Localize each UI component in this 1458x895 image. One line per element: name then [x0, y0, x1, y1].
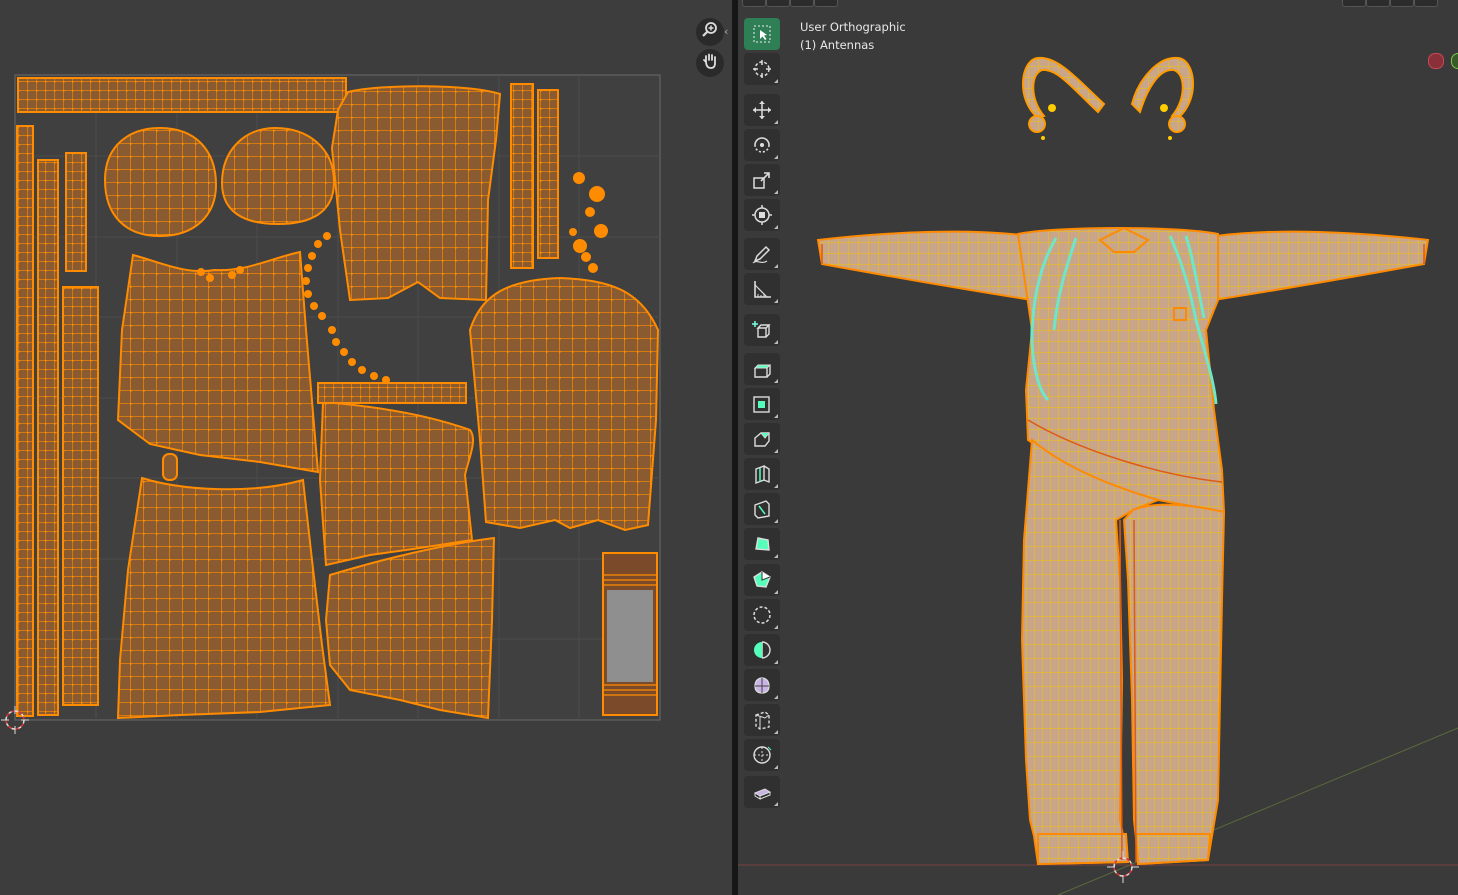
uv-island-left-strip-4	[62, 286, 99, 706]
tool-measure[interactable]	[744, 273, 780, 305]
shading-button-1[interactable]	[1390, 0, 1414, 7]
inset-faces-icon	[751, 393, 773, 415]
tool-annotate[interactable]	[744, 238, 780, 270]
tool-select-box[interactable]	[744, 18, 780, 50]
sphere-icon	[751, 744, 773, 766]
tool-transform[interactable]	[744, 199, 780, 231]
tool-add-cube[interactable]	[744, 314, 780, 346]
tool-scale[interactable]	[744, 164, 780, 196]
knife-icon	[751, 498, 773, 520]
poly-build-icon	[751, 533, 773, 555]
uv-island-left-strip-1	[16, 125, 34, 717]
tool-loop-cut[interactable]	[744, 458, 780, 490]
viewport-info: User Orthographic (1) Antennas	[800, 18, 906, 54]
uv-editor-panel[interactable]: ‹	[0, 0, 732, 895]
mode-select-button-3[interactable]	[790, 0, 814, 7]
uv-island-circle-left	[103, 126, 218, 238]
tool-shear[interactable]	[744, 704, 780, 736]
spin-icon	[751, 569, 773, 591]
tool-move[interactable]	[744, 94, 780, 126]
bevel-icon	[751, 428, 773, 450]
loop-cut-icon	[751, 463, 773, 485]
tool-bevel[interactable]	[744, 423, 780, 455]
move-arrows-icon	[751, 99, 773, 121]
ruler-measure-icon	[751, 278, 773, 300]
uv-island-left-strip-3	[65, 152, 87, 272]
pan-button[interactable]	[696, 49, 724, 77]
rotate-icon	[751, 134, 773, 156]
viewport-canvas[interactable]	[738, 0, 1458, 895]
uv-island-sleeve-1	[318, 400, 475, 567]
uv-canvas[interactable]	[0, 0, 732, 895]
tool-shrink-fatten[interactable]	[744, 669, 780, 701]
zoom-button[interactable]	[696, 18, 724, 46]
collapse-arrow-icon[interactable]: ‹	[724, 26, 732, 38]
header-mini-buttons	[738, 0, 1458, 7]
edge-slide-icon	[751, 639, 773, 661]
antennas-mesh[interactable]	[1022, 56, 1194, 140]
cursor-box-icon	[751, 23, 773, 45]
outfit-mesh[interactable]	[816, 226, 1430, 866]
tool-inset[interactable]	[744, 388, 780, 420]
overlay-button[interactable]	[1342, 0, 1366, 7]
pencil-annotate-icon	[751, 243, 773, 265]
mode-select-button-1[interactable]	[742, 0, 766, 7]
left-cuff	[1037, 833, 1130, 866]
xray-button[interactable]	[1366, 0, 1390, 7]
uv-island-cord	[317, 382, 467, 404]
hand-pan-icon	[701, 52, 719, 74]
uv-island-shirt-back	[116, 476, 332, 720]
extrude-region-icon	[751, 358, 773, 380]
uv-island-shirt-front	[116, 250, 320, 474]
tool-spin[interactable]	[744, 564, 780, 596]
uv-island-pants-upper	[330, 85, 502, 302]
tool-poly-build[interactable]	[744, 528, 780, 560]
tool-edge-slide[interactable]	[744, 634, 780, 666]
uv-island-pants-lower	[468, 276, 660, 532]
tool-rotate[interactable]	[744, 129, 780, 161]
shading-button-2[interactable]	[1414, 0, 1438, 7]
3d-viewport[interactable]: User Orthographic (1) Antennas	[738, 0, 1458, 895]
tool-knife[interactable]	[744, 493, 780, 525]
tool-smooth[interactable]	[744, 599, 780, 631]
axis-gizmo-y[interactable]	[1451, 53, 1458, 69]
view-name: User Orthographic	[800, 20, 906, 34]
uv-island-small-pill	[162, 453, 178, 481]
uv-island-right-strip-1	[510, 83, 534, 269]
smooth-vertices-icon	[751, 604, 773, 626]
right-leg	[1122, 503, 1226, 866]
tool-extrude[interactable]	[744, 353, 780, 385]
rip-region-icon	[751, 781, 773, 803]
uv-island-circle-right	[220, 126, 336, 226]
axis-gizmo-x-negative[interactable]	[1428, 53, 1444, 69]
shear-icon	[751, 709, 773, 731]
transform-icon	[751, 204, 773, 226]
uv-island-top-strip	[17, 77, 347, 113]
right-cuff	[1134, 833, 1212, 866]
right-sleeve	[1212, 230, 1430, 302]
left-sleeve	[816, 230, 1034, 302]
tool-cursor[interactable]	[744, 53, 780, 85]
scale-icon	[751, 169, 773, 191]
crosshair-cursor-icon	[751, 58, 773, 80]
active-object-label: (1) Antennas	[800, 38, 875, 52]
mode-select-button-2[interactable]	[766, 0, 790, 7]
add-cube-icon	[751, 319, 773, 341]
uv-island-right-strip-2	[537, 89, 559, 259]
tool-to-sphere[interactable]	[744, 739, 780, 771]
uv-island-left-strip-2	[37, 159, 59, 716]
mode-select-button-4[interactable]	[814, 0, 838, 7]
zoom-icon	[701, 21, 719, 43]
shrink-fatten-icon	[751, 674, 773, 696]
tool-rip-region[interactable]	[744, 776, 780, 808]
